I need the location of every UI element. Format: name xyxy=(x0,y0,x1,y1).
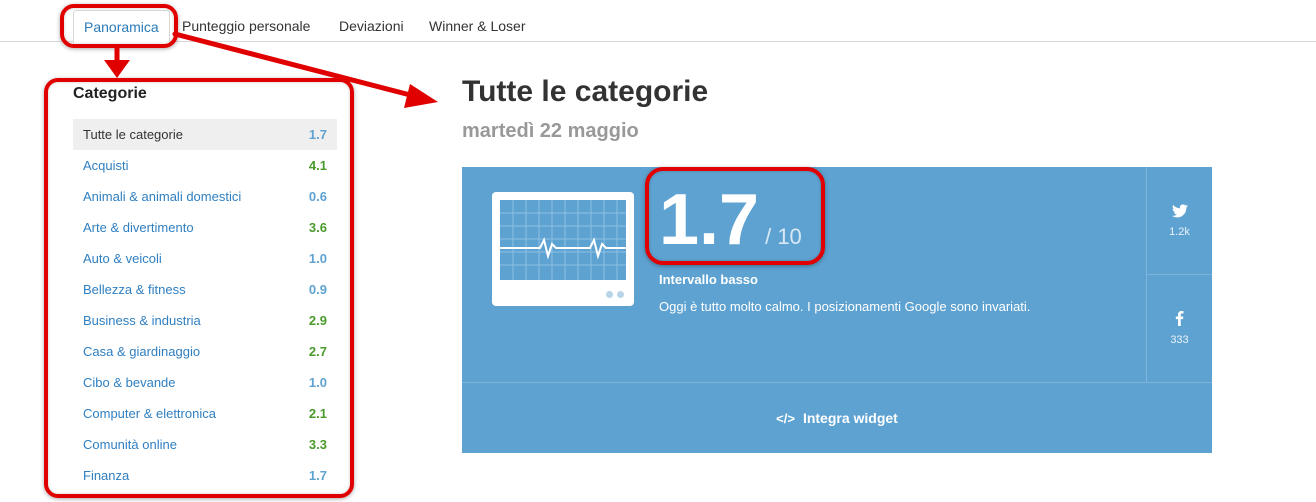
range-label: Intervallo basso xyxy=(659,272,758,287)
monitor-icon xyxy=(492,192,634,306)
highlight-score xyxy=(645,167,825,265)
page-date: martedì 22 maggio xyxy=(462,120,639,142)
score-panel: 1.7/ 10 Intervallo basso Oggi è tutto mo… xyxy=(462,167,1212,453)
highlight-sidebar xyxy=(44,78,354,498)
facebook-count: 333 xyxy=(1170,333,1189,346)
arrow-down-head xyxy=(104,60,130,78)
embed-widget-button[interactable]: </> Integra widget xyxy=(462,382,1212,453)
facebook-icon xyxy=(1175,310,1184,326)
code-icon: </> xyxy=(776,410,795,426)
heartbeat-icon xyxy=(500,200,626,280)
highlight-tab xyxy=(60,4,178,48)
tab-winner-loser[interactable]: Winner & Loser xyxy=(419,10,535,42)
twitter-count: 1.2k xyxy=(1169,225,1190,238)
tab-bar: Panoramica Punteggio personale Deviazion… xyxy=(0,0,1316,43)
twitter-share-button[interactable]: 1.2k xyxy=(1147,167,1212,274)
arrow-right-head xyxy=(404,84,438,108)
score-description: Oggi è tutto molto calmo. I posizionamen… xyxy=(659,299,1031,314)
facebook-share-button[interactable]: 333 xyxy=(1147,274,1212,381)
tab-punteggio-personale[interactable]: Punteggio personale xyxy=(172,10,320,42)
page-title: Tutte le categorie xyxy=(462,75,709,108)
monitor-screen xyxy=(500,200,626,280)
social-share: 1.2k 333 xyxy=(1146,167,1212,382)
monitor-dots xyxy=(606,291,624,298)
tab-deviazioni[interactable]: Deviazioni xyxy=(329,10,414,42)
twitter-icon xyxy=(1171,203,1188,217)
embed-widget-label: Integra widget xyxy=(802,410,898,426)
